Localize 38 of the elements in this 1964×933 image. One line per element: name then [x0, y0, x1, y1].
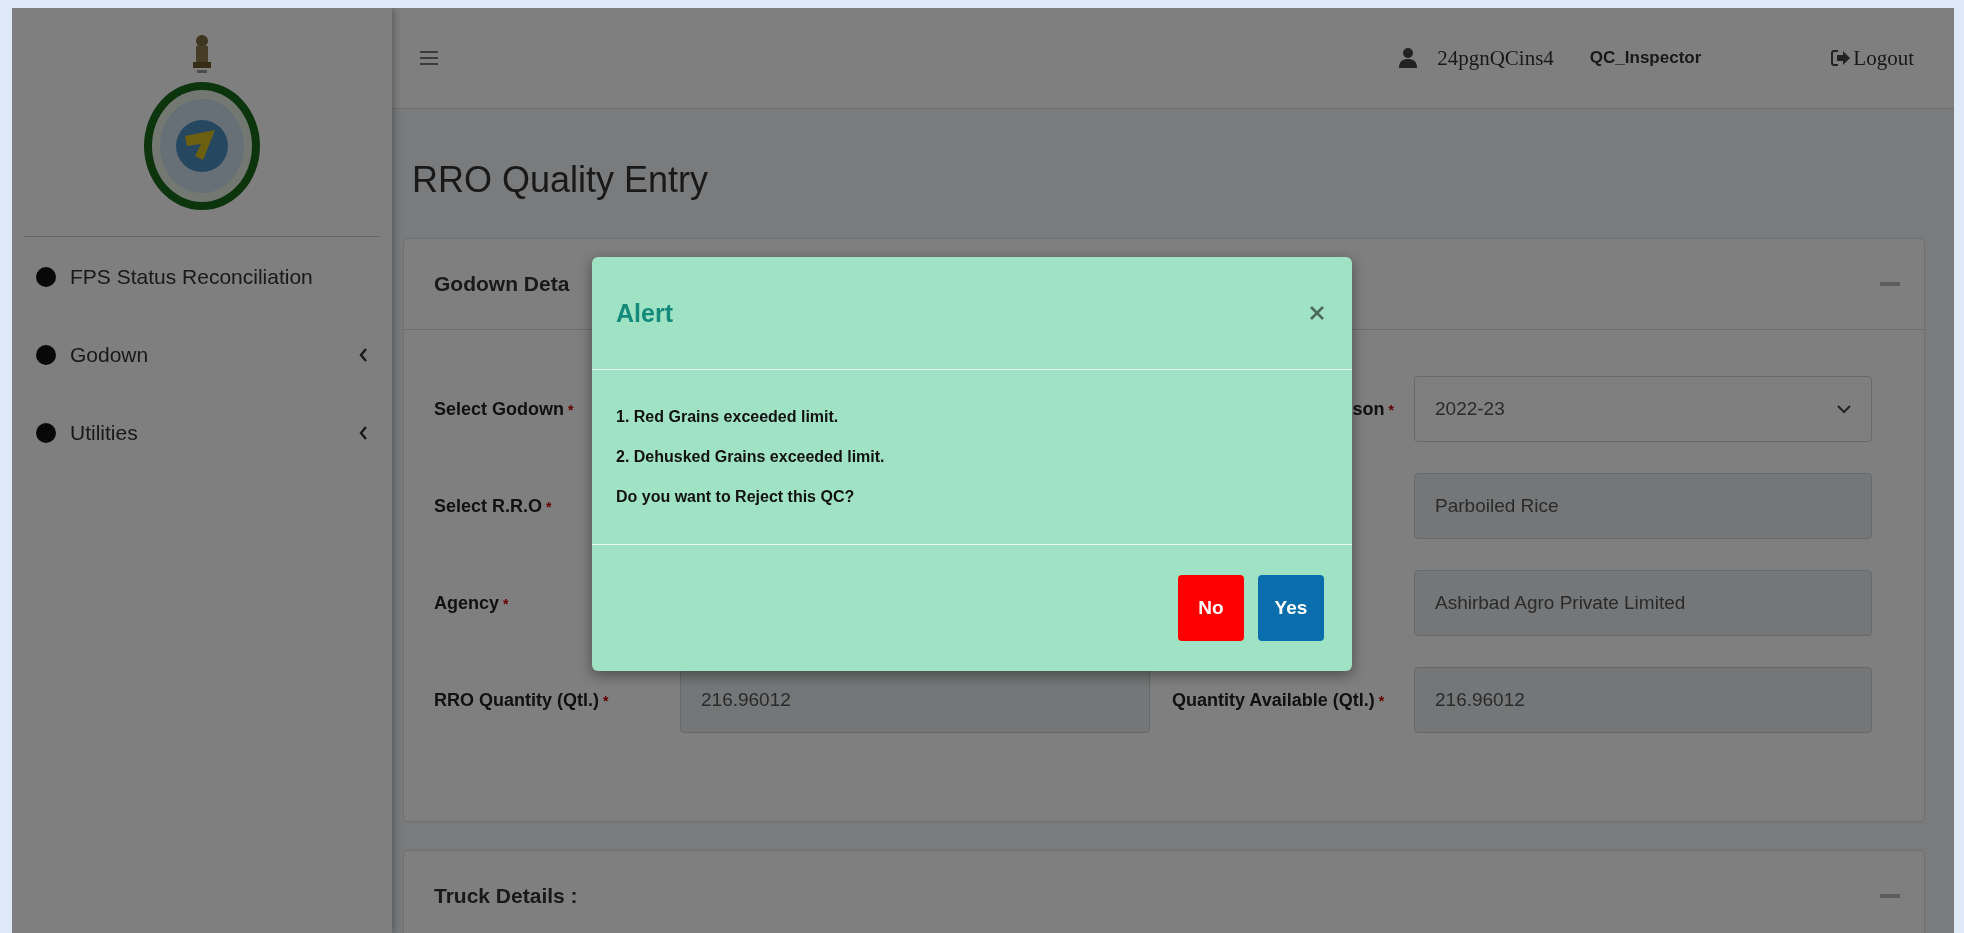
emblem-icon	[191, 33, 213, 73]
sidebar-item[interactable]: FPS Status Reconciliation	[36, 259, 368, 295]
user-role: QC_Inspector	[1589, 48, 1702, 68]
field-label: RRO Quantity (Qtl.) *	[434, 690, 609, 710]
field-label: Quantity Available (Qtl.) *	[1172, 690, 1385, 710]
username: 24pgnQCins4	[1437, 45, 1554, 71]
close-icon	[1310, 306, 1324, 320]
page-title: RRO Quality Entry	[412, 159, 710, 201]
minus-icon	[1880, 282, 1900, 286]
chevron-icon	[358, 347, 368, 363]
user-icon	[1399, 48, 1418, 68]
sidebar-item[interactable]: Utilities	[36, 415, 368, 451]
alert-message: 1. Red Grains exceeded limit.	[616, 408, 840, 426]
card-title: Truck Details :	[434, 884, 579, 908]
yes-button[interactable]: Yes	[1258, 575, 1324, 641]
bullet-icon	[36, 267, 56, 287]
field-label: Agency *	[434, 593, 509, 613]
input-field[interactable]: 216.96012	[1414, 667, 1872, 733]
dialog-title: Alert	[616, 298, 674, 328]
alert-message: 2. Dehusked Grains exceeded limit.	[616, 448, 886, 466]
logout-icon	[1831, 49, 1852, 67]
bullet-icon	[36, 423, 56, 443]
select-field[interactable]: 2022-23	[1414, 376, 1872, 442]
card-title: Godown Deta	[434, 272, 571, 296]
bullet-icon	[36, 345, 56, 365]
field-label: Select R.R.O *	[434, 496, 552, 516]
input-field[interactable]: Ashirbad Agro Private Limited	[1414, 570, 1872, 636]
alert-message: Do you want to Reject this QC?	[616, 488, 856, 506]
chevron-icon	[358, 425, 368, 441]
sidebar-item[interactable]: Godown	[36, 337, 368, 373]
minus-icon	[1880, 894, 1900, 898]
menu-icon[interactable]	[420, 50, 438, 66]
field-label: son *	[1352, 399, 1394, 419]
field-label: Select Godown *	[434, 399, 574, 419]
no-button[interactable]: No	[1178, 575, 1244, 641]
logout-button[interactable]: Logout	[1831, 45, 1914, 71]
chevron-down-icon	[1837, 404, 1851, 414]
input-field[interactable]: Parboiled Rice	[1414, 473, 1872, 539]
